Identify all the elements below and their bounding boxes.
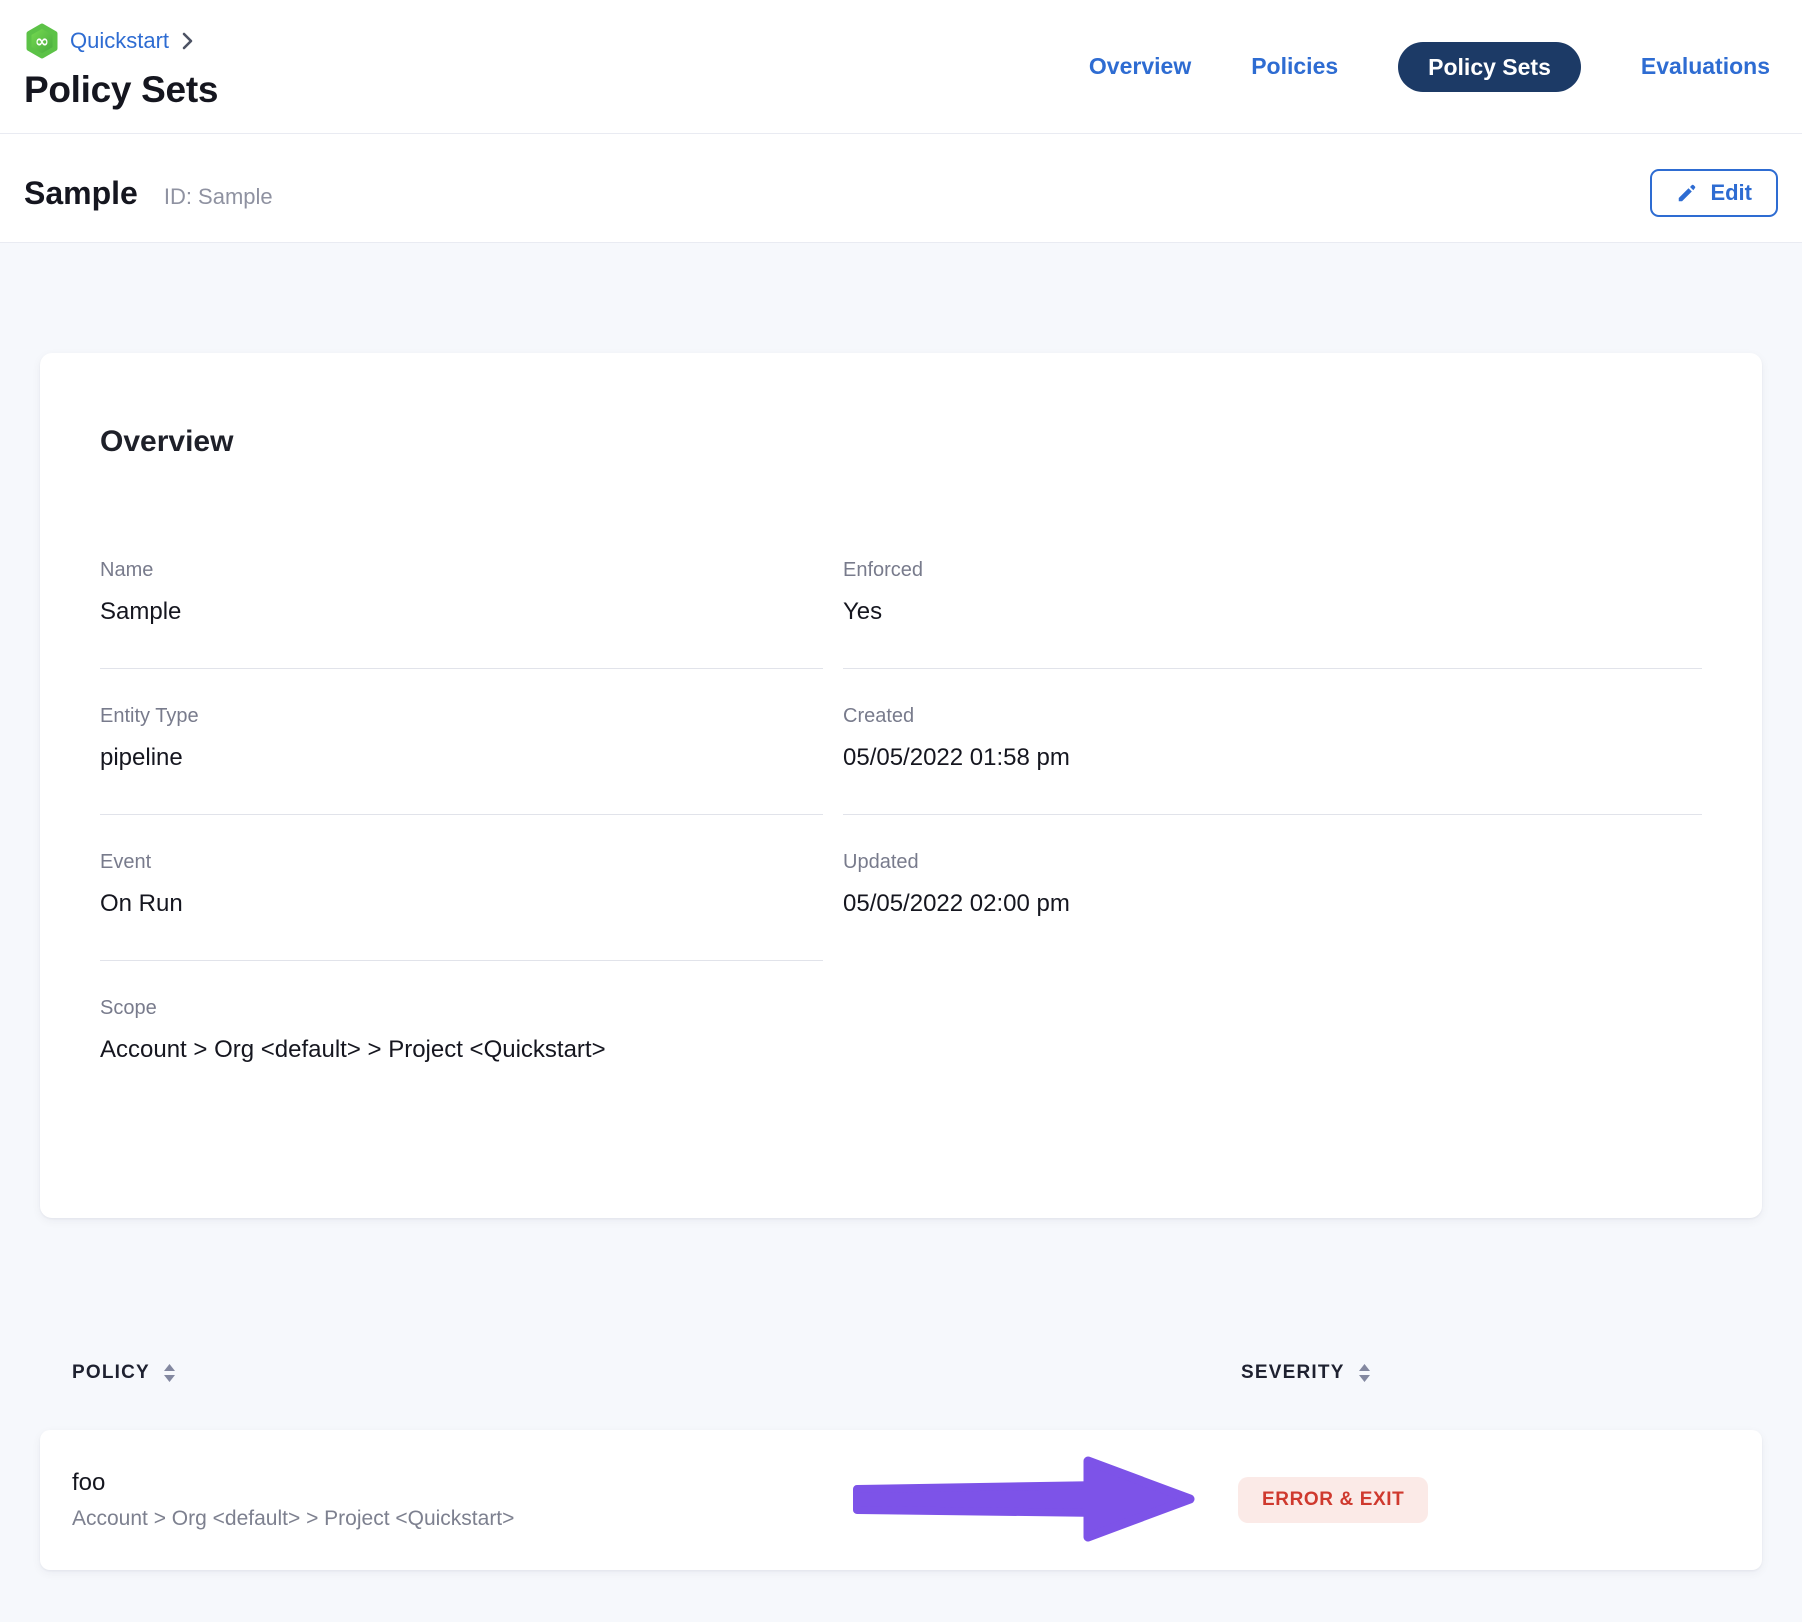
annotation-arrow-icon xyxy=(850,1456,1195,1547)
main-content: Overview Name Sample Entity Type pipelin… xyxy=(0,243,1802,1570)
field-value: Sample xyxy=(100,598,823,626)
field-label: Created xyxy=(843,705,1702,728)
field-updated: Updated 05/05/2022 02:00 pm xyxy=(843,815,1702,960)
top-nav: Overview Policies Policy Sets Evaluation… xyxy=(1089,42,1770,92)
edit-button-label: Edit xyxy=(1710,180,1752,206)
field-value: Yes xyxy=(843,598,1702,626)
fields-right-column: Enforced Yes Created 05/05/2022 01:58 pm… xyxy=(843,559,1702,1106)
policy-scope: Account > Org <default> > Project <Quick… xyxy=(72,1507,514,1531)
field-label: Updated xyxy=(843,851,1702,874)
field-value: pipeline xyxy=(100,744,823,772)
field-created: Created 05/05/2022 01:58 pm xyxy=(843,669,1702,815)
overview-card: Overview Name Sample Entity Type pipelin… xyxy=(40,353,1762,1218)
field-value: Account > Org <default> > Project <Quick… xyxy=(100,1036,823,1064)
field-name: Name Sample xyxy=(100,559,823,669)
fields-left-column: Name Sample Entity Type pipeline Event O… xyxy=(100,559,823,1106)
field-enforced: Enforced Yes xyxy=(843,559,1702,669)
entity-name: Sample xyxy=(24,175,138,212)
field-scope: Scope Account > Org <default> > Project … xyxy=(100,961,823,1106)
field-label: Name xyxy=(100,559,823,582)
page-title: Policy Sets xyxy=(24,69,218,111)
field-label: Event xyxy=(100,851,823,874)
tab-policies[interactable]: Policies xyxy=(1251,53,1338,80)
policy-name: foo xyxy=(72,1469,514,1497)
breadcrumb-link-project[interactable]: Quickstart xyxy=(70,28,169,54)
column-header-policy[interactable]: POLICY xyxy=(72,1362,177,1384)
sort-icon xyxy=(1357,1363,1372,1383)
top-bar: ∞ Quickstart Policy Sets Overview Polici… xyxy=(0,0,1802,134)
breadcrumb: ∞ Quickstart xyxy=(24,23,218,59)
svg-text:∞: ∞ xyxy=(35,32,49,52)
field-entity-type: Entity Type pipeline xyxy=(100,669,823,815)
sort-icon xyxy=(162,1363,177,1383)
entity-id: ID: Sample xyxy=(164,184,273,210)
project-icon: ∞ xyxy=(24,23,60,59)
field-event: Event On Run xyxy=(100,815,823,961)
field-label: Enforced xyxy=(843,559,1702,582)
policy-row[interactable]: foo Account > Org <default> > Project <Q… xyxy=(40,1430,1762,1570)
edit-button[interactable]: Edit xyxy=(1650,169,1778,217)
tab-evaluations[interactable]: Evaluations xyxy=(1641,53,1770,80)
field-value: On Run xyxy=(100,890,823,918)
field-value: 05/05/2022 01:58 pm xyxy=(843,744,1702,772)
tab-policy-sets[interactable]: Policy Sets xyxy=(1398,42,1581,92)
overview-heading: Overview xyxy=(100,425,1702,459)
policies-table-header: POLICY SEVERITY xyxy=(40,1362,1762,1388)
column-header-severity[interactable]: SEVERITY xyxy=(1241,1362,1372,1384)
field-value: 05/05/2022 02:00 pm xyxy=(843,890,1702,918)
entity-header: Sample ID: Sample Edit xyxy=(0,134,1802,243)
pencil-icon xyxy=(1676,182,1698,204)
chevron-right-icon xyxy=(181,31,194,51)
severity-badge: ERROR & EXIT xyxy=(1238,1477,1428,1523)
severity-cell: ERROR & EXIT xyxy=(1238,1477,1428,1523)
policy-cell: foo Account > Org <default> > Project <Q… xyxy=(72,1469,514,1531)
field-label: Scope xyxy=(100,997,823,1020)
field-label: Entity Type xyxy=(100,705,823,728)
tab-overview[interactable]: Overview xyxy=(1089,53,1191,80)
